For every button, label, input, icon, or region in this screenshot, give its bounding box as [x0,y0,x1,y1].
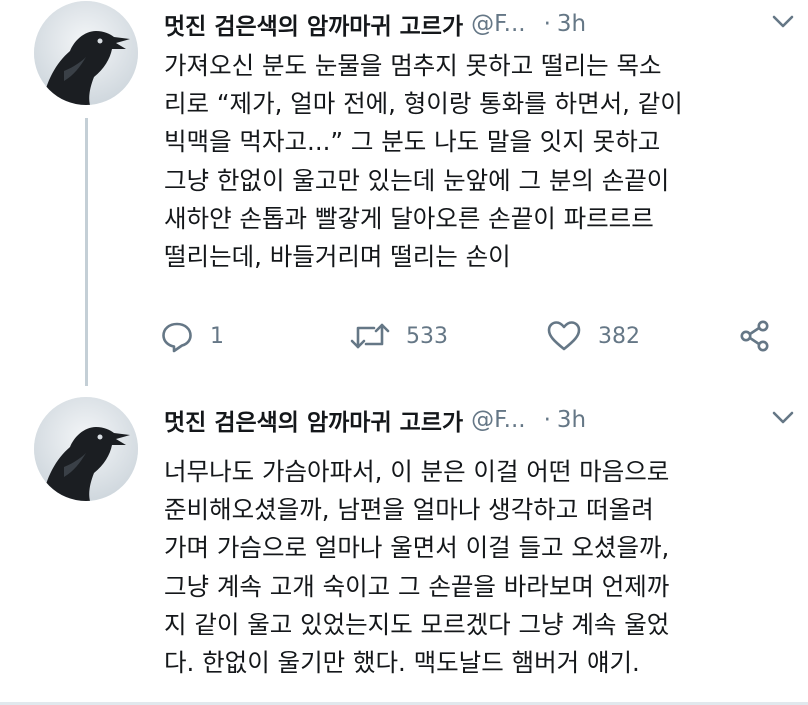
separator-dot: · [543,11,551,37]
retweet-button[interactable]: 533 [350,318,448,354]
handle[interactable]: @F... [471,407,525,433]
chevron-down-icon[interactable] [770,408,796,428]
retweet-icon [350,323,390,349]
tweet-actions: 1 533 382 [160,318,780,354]
separator-dot: · [543,407,551,433]
reply-button[interactable]: 1 [160,318,224,354]
handle[interactable]: @F... [471,11,525,37]
like-count: 382 [598,323,640,349]
thread-connector-line [85,118,88,386]
raven-avatar-icon [34,397,138,501]
tweet-header: 멋진 검은색의 암까마귀 고르가 @F... · 3h [164,6,784,42]
reply-icon [162,322,192,353]
tweet-text: 너무나도 가슴아파서, 이 분은 이걸 어떤 마음으로 준비해오셨을까, 남편을… [164,457,670,678]
share-button[interactable] [738,318,772,354]
tweet-text: 가져오신 분도 눈물을 멈추지 못하고 떨리는 목소 리로 “제가, 얼마 전에… [164,51,683,272]
display-name[interactable]: 멋진 검은색의 암까마귀 고르가 [164,7,463,41]
heart-icon [547,321,581,351]
raven-avatar-icon [34,1,138,105]
timestamp[interactable]: 3h [557,11,586,37]
reply-count: 1 [210,323,224,349]
avatar[interactable] [34,1,138,105]
like-button[interactable]: 382 [546,318,640,354]
display-name[interactable]: 멋진 검은색의 암까마귀 고르가 [164,403,463,437]
timestamp[interactable]: 3h [557,407,586,433]
share-icon [740,320,769,352]
retweet-count: 533 [406,323,448,349]
chevron-down-icon[interactable] [770,12,796,32]
tweet-header: 멋진 검은색의 암까마귀 고르가 @F... · 3h [164,402,784,438]
avatar[interactable] [34,397,138,501]
